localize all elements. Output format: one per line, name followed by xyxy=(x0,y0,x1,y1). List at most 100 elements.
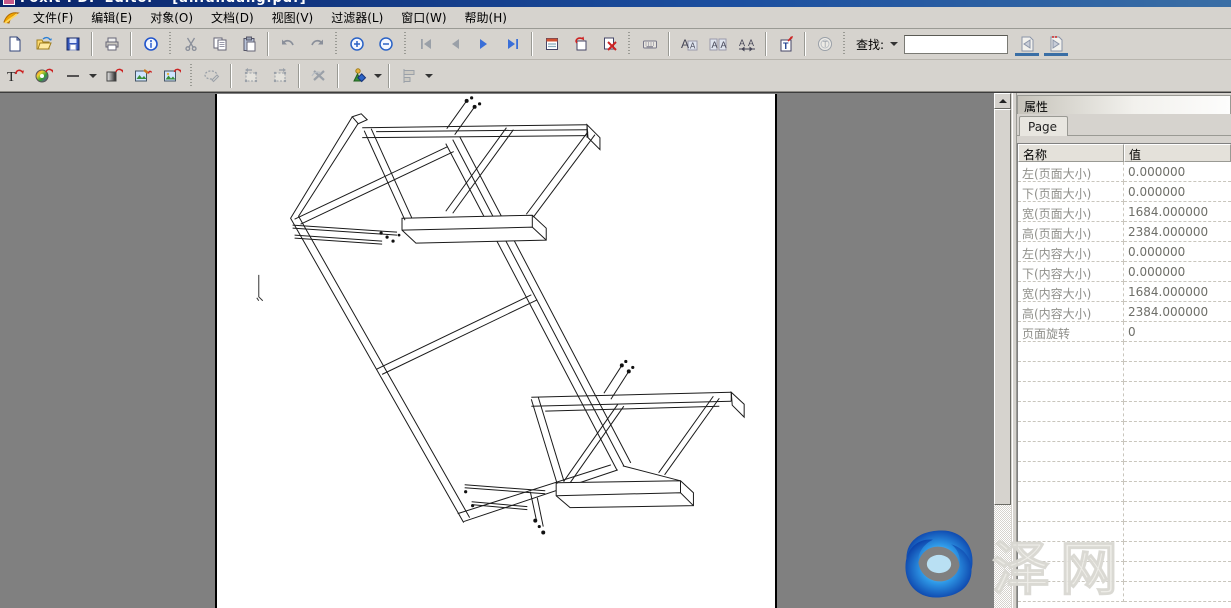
zoom-out-icon xyxy=(378,36,394,52)
next-page-button[interactable] xyxy=(469,31,498,57)
property-value[interactable]: 0.000000 xyxy=(1124,242,1231,262)
document-canvas[interactable] xyxy=(0,92,994,608)
align-button[interactable] xyxy=(394,63,423,89)
lasso-button[interactable] xyxy=(197,63,226,89)
add-color-button[interactable] xyxy=(29,63,58,89)
rotate-selection-left-button[interactable] xyxy=(236,63,265,89)
property-name xyxy=(1018,502,1124,522)
add-text-icon: T xyxy=(6,67,24,84)
properties-tabstrip: Page xyxy=(1017,114,1231,136)
separator xyxy=(267,32,269,56)
property-value[interactable]: 2384.000000 xyxy=(1124,302,1231,322)
first-page-button[interactable] xyxy=(411,31,440,57)
vertical-scrollbar[interactable] xyxy=(994,92,1011,608)
property-row: 宽(内容大小)1684.000000 xyxy=(1018,282,1231,302)
column-header-value[interactable]: 值 xyxy=(1124,144,1231,162)
find-prev-button[interactable] xyxy=(1012,31,1041,57)
redo-button[interactable] xyxy=(302,31,331,57)
property-value[interactable]: 1684.000000 xyxy=(1124,282,1231,302)
find-next-button[interactable] xyxy=(1041,31,1070,57)
scissors-icon xyxy=(183,36,199,52)
paste-button[interactable] xyxy=(234,31,263,57)
keyboard-button[interactable] xyxy=(635,31,664,57)
insert-text-button[interactable]: T xyxy=(771,31,800,57)
property-row xyxy=(1018,542,1231,562)
shapes-button[interactable] xyxy=(343,63,372,89)
text-circle-button[interactable]: T xyxy=(810,31,839,57)
menu-items: 文件(F)编辑(E)对象(O)文档(D)视图(V)过滤器(L)窗口(W)帮助(H… xyxy=(24,9,516,26)
paste-icon xyxy=(241,36,257,52)
gradient-button[interactable] xyxy=(99,63,128,89)
menu-item[interactable]: 文档(D) xyxy=(202,9,263,27)
new-button[interactable] xyxy=(0,31,29,57)
property-name: 左(内容大小) xyxy=(1018,242,1124,262)
save-button[interactable] xyxy=(58,31,87,57)
rotate-selection-right-button[interactable] xyxy=(265,63,294,89)
property-value[interactable]: 0.000000 xyxy=(1124,262,1231,282)
zoom-in-button[interactable] xyxy=(342,31,371,57)
scroll-up-button[interactable] xyxy=(994,93,1011,109)
property-value xyxy=(1124,522,1231,542)
property-value[interactable]: 0.000000 xyxy=(1124,182,1231,202)
add-image-button[interactable] xyxy=(157,63,186,89)
info-button[interactable] xyxy=(136,31,165,57)
menu-item[interactable]: 文件(F) xyxy=(24,9,82,27)
undo-button[interactable] xyxy=(273,31,302,57)
find-history-caret[interactable] xyxy=(888,31,900,57)
menu-bar: 文件(F)编辑(E)对象(O)文档(D)视图(V)过滤器(L)窗口(W)帮助(H… xyxy=(0,7,1231,29)
prev-page-button[interactable] xyxy=(440,31,469,57)
property-value[interactable]: 0 xyxy=(1124,322,1231,342)
open-button[interactable] xyxy=(29,31,58,57)
menu-item[interactable]: 帮助(H) xyxy=(456,9,516,27)
line-style-button[interactable] xyxy=(58,63,87,89)
shapes-caret[interactable] xyxy=(372,63,384,89)
pdf-page[interactable] xyxy=(215,94,777,608)
add-text-button[interactable]: T xyxy=(0,63,29,89)
font-size-button[interactable]: AA xyxy=(674,31,703,57)
menu-item[interactable]: 过滤器(L) xyxy=(322,9,392,27)
property-value[interactable]: 1684.000000 xyxy=(1124,202,1231,222)
ladder-frame-drawing xyxy=(217,94,775,608)
add-image-icon xyxy=(163,67,181,84)
page-form-icon xyxy=(544,36,560,52)
font-pair-button[interactable]: AA xyxy=(703,31,732,57)
menu-item[interactable]: 视图(V) xyxy=(263,9,323,27)
shapes-icon xyxy=(349,67,367,84)
find-input[interactable] xyxy=(904,35,1008,54)
column-header-name[interactable]: 名称 xyxy=(1018,144,1124,162)
edit-image-button[interactable] xyxy=(128,63,157,89)
rotate-page-button[interactable] xyxy=(566,31,595,57)
zoom-out-button[interactable] xyxy=(371,31,400,57)
cut-button[interactable] xyxy=(176,31,205,57)
print-button[interactable] xyxy=(97,31,126,57)
prev-page-icon xyxy=(447,36,463,52)
page-properties-button[interactable] xyxy=(537,31,566,57)
svg-text:A: A xyxy=(681,37,689,51)
tab-page[interactable]: Page xyxy=(1019,116,1068,136)
rotate-selection-right-icon xyxy=(271,67,289,84)
font-spacing-button[interactable]: AA xyxy=(732,31,761,57)
lasso-pen-icon xyxy=(203,67,221,84)
font-spacing-icon: AA xyxy=(738,36,756,52)
line-style-caret[interactable] xyxy=(87,63,99,89)
rotate-page-icon xyxy=(573,36,589,52)
delete-page-button[interactable] xyxy=(595,31,624,57)
new-page-icon xyxy=(7,36,23,52)
property-value[interactable]: 0.000000 xyxy=(1124,162,1231,182)
svg-text:A: A xyxy=(690,42,696,51)
delete-selection-button[interactable] xyxy=(304,63,333,89)
menu-item[interactable]: 窗口(W) xyxy=(392,9,455,27)
menu-item[interactable]: 对象(O) xyxy=(141,9,202,27)
toolbar-grip xyxy=(168,32,173,56)
last-page-button[interactable] xyxy=(498,31,527,57)
svg-text:T: T xyxy=(783,41,789,51)
scroll-thumb[interactable] xyxy=(994,109,1011,505)
property-value[interactable]: 2384.000000 xyxy=(1124,222,1231,242)
property-name xyxy=(1018,482,1124,502)
align-caret[interactable] xyxy=(423,63,435,89)
svg-text:A: A xyxy=(748,38,754,48)
copy-button[interactable] xyxy=(205,31,234,57)
insert-text-icon: T xyxy=(778,36,794,52)
menu-item[interactable]: 编辑(E) xyxy=(82,9,141,27)
find-label: 查找: xyxy=(856,36,884,53)
